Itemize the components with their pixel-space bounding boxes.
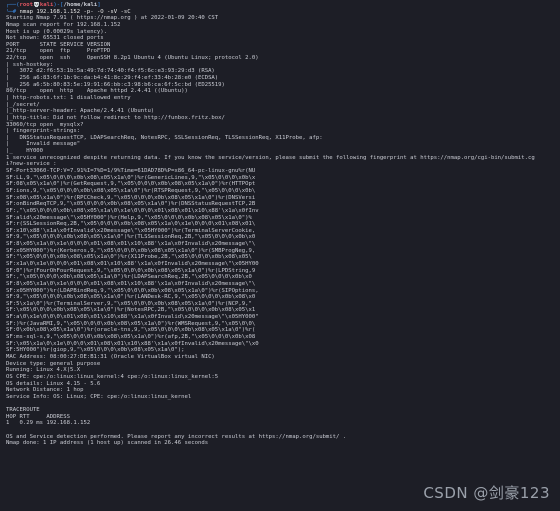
output-line: SF:8\x05\x1a\0\x1e\0\0\0\x01\x08\x01\x10… — [6, 280, 256, 287]
output-line: SF:x08\x05\x1a\0")%r(RPCCheck,9,"\x05\0\… — [6, 194, 256, 201]
prompt-user-host: root💀kali — [19, 2, 54, 8]
output-line: SF-Port33060-TCP:V=7.91%I=7%D=1/9%Time=6… — [6, 168, 256, 175]
terminal-window[interactable]: ┌──(root💀kali)-[/home/kali] └─# nmap 192… — [0, 0, 560, 511]
output-line: OS details: Linux 4.15 - 5.6 — [6, 380, 101, 387]
output-line: OS CPE: cpe:/o:linux:linux_kernel:4 cpe:… — [6, 373, 219, 380]
output-line: | ssh-hostkey: — [6, 61, 57, 68]
output-line: SF:9,"\x05\0\0\0\x0b\x08\x05\x1a\0")%r(L… — [6, 294, 256, 301]
output-line: Network Distance: 1 hop — [6, 387, 84, 394]
output-line: OS and Service detection performed. Plea… — [6, 433, 347, 440]
output-line: |_ 256 a6:5b:80:83:5e:19:91:66:bb:c3:98:… — [6, 81, 225, 88]
command-text[interactable]: nmap 192.168.1.152 -p- -O -sV -sC — [19, 9, 130, 15]
output-line: Starting Nmap 7.91 ( https://nmap.org ) … — [6, 15, 219, 22]
output-line: SF:8\x05\x1a\0\x1e\0\0\0\x01\x08\x01\x10… — [6, 241, 256, 248]
prompt-frame-bottom: └─# — [6, 8, 20, 15]
output-line: |_ HY000 — [6, 148, 44, 155]
output-line: Device type: general purpose — [6, 360, 101, 367]
output-line: HOP RTT ADDRESS — [6, 413, 70, 420]
output-line: MAC Address: 08:00:27:DE:B1:31 (Oracle V… — [6, 353, 215, 360]
output-line: SF:\x05\x1a\0\x1e\0\0\0\x01\x08\x01\x10\… — [6, 340, 259, 347]
output-line: | fingerprint-strings: — [6, 128, 84, 135]
output-line: |_http-title: Did not follow redirect to… — [6, 114, 225, 121]
output-line: SF:08\x05\x1a\0")%r(GetRequest,9,"\x05\0… — [6, 181, 256, 188]
output-line: SF:r(SSLSessionReq,2B,"\x05\0\0\0\x0b\x0… — [6, 221, 256, 228]
output-line: SF:onBindReqTCP,9,"\x05\0\0\0\x0b\x08\x0… — [6, 201, 256, 208]
output-line: SF:5HY000")%r(giop,9,"\x05\0\0\0\x0b\x08… — [6, 347, 185, 354]
output-line: 22/tcp open ssh OpenSSH 8.2p1 Ubuntu 4 (… — [6, 55, 259, 62]
output-line: SF:LL,9,"\x05\0\0\0\x0b\x08\x05\x1a\0")%… — [6, 174, 256, 181]
output-line: | Invalid message" — [6, 141, 81, 148]
output-line: TRACEROUTE — [6, 407, 40, 414]
output-line: | 3072 d2:f6:53:1b:5a:49:7d:74:40:f4:f5:… — [6, 68, 215, 75]
output-line: SF:0\x0b\x08\x05\x1a\0")%r(oracle-tns,9,… — [6, 327, 256, 334]
csdn-watermark: CSDN @剑豪123 — [423, 484, 550, 502]
output-line: 1 0.29 ms 192.168.1.152 — [6, 420, 91, 427]
output-line: Service Info: OS: Linux; CPE: cpe:/o:lin… — [6, 393, 192, 400]
prompt-frame-top: ┌──( — [6, 2, 20, 8]
output-line: SF:x10\x88'\x1a\x0fInvalid\x20message\"\… — [6, 227, 256, 234]
prompt-line-top: ┌──(root💀kali)-[/home/kali] — [6, 2, 560, 9]
output-line: SF:)%r(JavaRMI,9,"\x05\0\0\0\x0b\x08\x05… — [6, 320, 256, 327]
output-line: 1 service unrecognized despite returning… — [6, 154, 535, 161]
output-line: Not shown: 65531 closed ports — [6, 35, 104, 42]
output-line: 21/tcp open ftp ProFTPD — [6, 48, 111, 55]
output-line: SF:ms-sql-s,9,"\x05\0\0\0\x0b\x08\x05\x1… — [6, 334, 256, 341]
output-line: SF:x05HY000")%r(Kerberos,9,"\x05\0\0\0\x… — [6, 247, 256, 254]
output-line: Host is up (0.00029s latency). — [6, 28, 108, 35]
prompt-path: /home/kali — [63, 2, 98, 8]
output-line: | 256 a6:83:6f:1b:9c:da:b4:41:8c:29:f4:e… — [6, 75, 219, 82]
output-line: SF:0")%r(FourOhFourRequest,9,"\x05\0\0\0… — [6, 267, 256, 274]
output-line: Nmap done: 1 IP address (1 host up) scan… — [6, 440, 209, 447]
output-line: SF:,"\x05\0\0\0\x0b\x08\x05\x1a\0")%r(LD… — [6, 274, 252, 281]
output-line: SF:\x05\0\0\0\x0b\x08\x05\x1a\0")%r(Note… — [6, 307, 256, 314]
output-line: PORT STATE SERVICE VERSION — [6, 41, 111, 48]
output-line: SF:5\x1a\0")%r(TerminalServer,9,"\x05\0\… — [6, 300, 252, 307]
prompt-line-command: └─# nmap 192.168.1.152 -p- -O -sV -sC — [6, 9, 560, 16]
output-line: Nmap scan report for 192.168.1.152 — [6, 21, 121, 28]
output-line: |_http-server-header: Apache/2.4.41 (Ubu… — [6, 108, 155, 115]
output-line: | http-robots.txt: 1 disallowed entry — [6, 94, 134, 101]
output-line: SF:x1a\0\x1e\0\0\0\x01\x08\x01\x10\x88'\… — [6, 260, 259, 267]
output-line: SF:"\x05\0\0\0\x0b\x08\x05\x1a\0")%r(X11… — [6, 254, 252, 261]
prompt-frame-mid: )-[ — [53, 2, 64, 8]
prompt-frame-end: ] — [97, 2, 101, 8]
output-line: Running: Linux 4.X|5.X — [6, 367, 81, 374]
output-line: i?new-service : — [6, 161, 57, 168]
output-line: | DNSStatusRequestTCP, LDAPSearchReq, No… — [6, 134, 326, 141]
output-line: SF:,"\x05\0\0\0\x0b\x08\x05\x1a\0\x1e\0\… — [6, 207, 259, 214]
output-line: SF:a\0\x1e\0\0\0\x01\x08\x01\x10\x88'\x1… — [6, 314, 259, 321]
output-line: SF:9,"\x05\0\0\0\x0b\x08\x05\x1a\0")%r(T… — [6, 234, 256, 241]
output-line: |_/secret/ — [6, 101, 40, 108]
output-line: 80/tcp open http Apache httpd 2.4.41 ((U… — [6, 88, 188, 95]
terminal-output: Starting Nmap 7.91 ( https://nmap.org ) … — [6, 15, 560, 447]
output-line: SF:ions,9,"\x05\0\0\0\x0b\x08\x05\x1a\0"… — [6, 187, 256, 194]
output-line: SF:alid\x20message\"\x05HY000")%r(Help,9… — [6, 214, 252, 221]
output-line: SF:x05HY000")%r(LDAPBindReq,9,"\x05\0\0\… — [6, 287, 259, 294]
output-line: 33060/tcp open mysqlx? — [6, 121, 84, 128]
